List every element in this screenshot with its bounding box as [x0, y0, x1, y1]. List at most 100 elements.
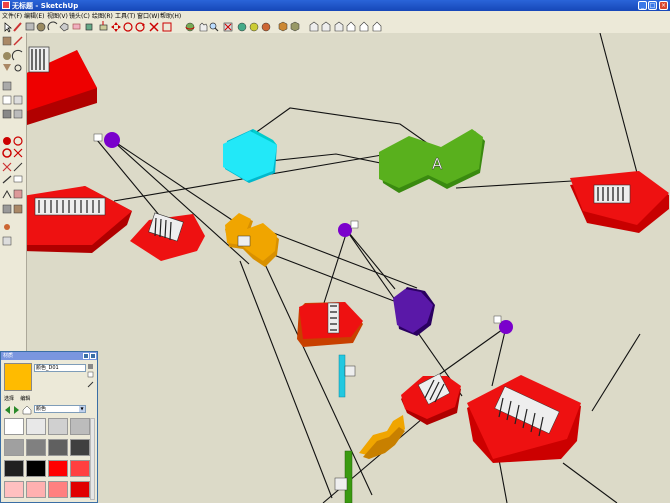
walk-icon[interactable]: [13, 204, 23, 214]
red-hexagon-small[interactable]: [130, 212, 205, 261]
swatch-scrollbar[interactable]: [90, 418, 95, 500]
zoom-extents-icon[interactable]: [237, 22, 247, 32]
left-view-icon[interactable]: [359, 21, 369, 32]
red-hexagon-top-left[interactable]: [27, 46, 97, 125]
red-hexagon-left[interactable]: [27, 186, 132, 253]
purple-sphere-1[interactable]: [104, 132, 120, 148]
swatch-cell[interactable]: [48, 439, 68, 456]
move-tool-icon[interactable]: [111, 22, 121, 32]
purple-hexagon[interactable]: [393, 287, 435, 336]
red-hexagon-bottom-right[interactable]: [467, 375, 581, 463]
axes-icon[interactable]: [2, 189, 12, 199]
rectangle-tool-icon[interactable]: [25, 22, 35, 31]
rotate-left-icon[interactable]: [13, 136, 23, 146]
back-icon[interactable]: [5, 406, 10, 414]
section-icon[interactable]: [13, 189, 23, 199]
minimize-button[interactable]: _: [638, 1, 647, 10]
green-hexagon-A[interactable]: A: [379, 129, 485, 193]
red-hexagon-center[interactable]: [297, 302, 363, 347]
menu-draw[interactable]: 绘图(R): [92, 11, 113, 20]
swatch-cell[interactable]: [26, 418, 46, 435]
rotate-tool-icon[interactable]: [123, 22, 133, 32]
arc-tool-icon[interactable]: [47, 21, 58, 31]
forward-icon[interactable]: [14, 406, 19, 414]
cube-2-icon[interactable]: [2, 95, 12, 105]
menu-window[interactable]: 窗口(W): [137, 11, 160, 20]
green-bar[interactable]: [334, 450, 353, 503]
select-tool-icon[interactable]: [4, 22, 12, 33]
protractor-icon[interactable]: [13, 162, 23, 172]
swatch-cell[interactable]: [48, 460, 68, 477]
polygon-tool-icon[interactable]: [59, 22, 69, 32]
tab-edit[interactable]: 编辑: [20, 396, 30, 402]
scene-canvas[interactable]: A: [27, 33, 670, 503]
sample-paint-icon[interactable]: [87, 381, 94, 388]
cube-5-icon[interactable]: [13, 109, 23, 119]
close-button[interactable]: ×: [659, 1, 668, 10]
yellow-s-shape-2[interactable]: [359, 415, 405, 459]
swatch-cell[interactable]: [26, 460, 46, 477]
panel-minimize-button[interactable]: [83, 353, 89, 359]
offset-tool-icon[interactable]: [162, 22, 172, 32]
swatch-cell[interactable]: [4, 439, 24, 456]
home-view-icon[interactable]: [346, 21, 356, 32]
menu-help[interactable]: 帮助(H): [160, 11, 181, 20]
push-pull-icon[interactable]: [99, 21, 108, 31]
previous-view-icon[interactable]: [249, 22, 259, 32]
cone-icon[interactable]: [3, 64, 11, 71]
swatch-cell[interactable]: [70, 439, 90, 456]
eraser-tool-icon[interactable]: [72, 23, 81, 30]
cyan-hexagon[interactable]: [223, 129, 277, 183]
swatch-cell[interactable]: [48, 481, 68, 498]
next-view-icon[interactable]: [261, 22, 271, 32]
menu-edit[interactable]: 编辑(E): [24, 11, 44, 20]
dimension-icon[interactable]: [2, 175, 12, 184]
tab-select[interactable]: 选择: [4, 396, 14, 402]
purple-sphere-2[interactable]: [338, 223, 352, 237]
menu-tools[interactable]: 工具(T): [115, 11, 135, 20]
menu-camera[interactable]: 镜头(C): [69, 11, 90, 20]
pan-tool-icon[interactable]: [199, 22, 208, 32]
spiral-icon[interactable]: [14, 64, 22, 72]
look-around-icon[interactable]: [2, 204, 12, 214]
position-camera-icon[interactable]: [4, 224, 10, 230]
maximize-button[interactable]: □: [648, 1, 657, 10]
eye-icon[interactable]: [2, 236, 12, 246]
bottom-view-icon[interactable]: [372, 21, 382, 32]
red-hexagon-right[interactable]: [570, 171, 669, 233]
swatch-cell[interactable]: [4, 418, 24, 435]
swatch-cell[interactable]: [4, 481, 24, 498]
default-material-icon[interactable]: [87, 371, 94, 378]
swatch-cell[interactable]: [70, 460, 90, 477]
front-view-icon[interactable]: [309, 21, 319, 32]
offset-left-icon[interactable]: [13, 148, 23, 158]
circle-left-icon[interactable]: [3, 52, 11, 60]
back-view-icon[interactable]: [334, 21, 344, 32]
menu-view[interactable]: 视图(V): [47, 11, 68, 20]
tape-icon[interactable]: [2, 162, 12, 172]
move-left-icon[interactable]: [3, 137, 11, 145]
cyan-bar[interactable]: [338, 354, 356, 398]
swatch-cell[interactable]: [70, 418, 90, 435]
top-view-icon[interactable]: [290, 21, 300, 32]
paint-bucket-icon[interactable]: [85, 23, 93, 31]
iso-view-icon[interactable]: [278, 21, 288, 32]
line-tool-icon[interactable]: [2, 36, 12, 46]
swatch-cell[interactable]: [26, 481, 46, 498]
follow-me-icon[interactable]: [135, 22, 145, 32]
pencil-tool-icon[interactable]: [13, 22, 22, 32]
scale-tool-icon[interactable]: [149, 22, 159, 32]
scale-left-icon[interactable]: [2, 148, 12, 158]
orbit-tool-icon[interactable]: [185, 22, 195, 32]
red-hexagon-lower[interactable]: [401, 373, 461, 425]
freehand-tool-icon[interactable]: [13, 36, 23, 46]
circle-tool-icon[interactable]: [36, 22, 46, 32]
yellow-s-shape-1[interactable]: [225, 213, 279, 267]
cube-1-icon[interactable]: [2, 81, 12, 91]
swatch-cell[interactable]: [70, 481, 90, 498]
menu-file[interactable]: 文件(F): [2, 11, 22, 20]
panel-close-button[interactable]: [90, 353, 96, 359]
zoom-tool-icon[interactable]: [209, 22, 219, 32]
model-viewport[interactable]: A: [27, 33, 670, 503]
library-dropdown[interactable]: 颜色 ▼: [34, 405, 86, 413]
